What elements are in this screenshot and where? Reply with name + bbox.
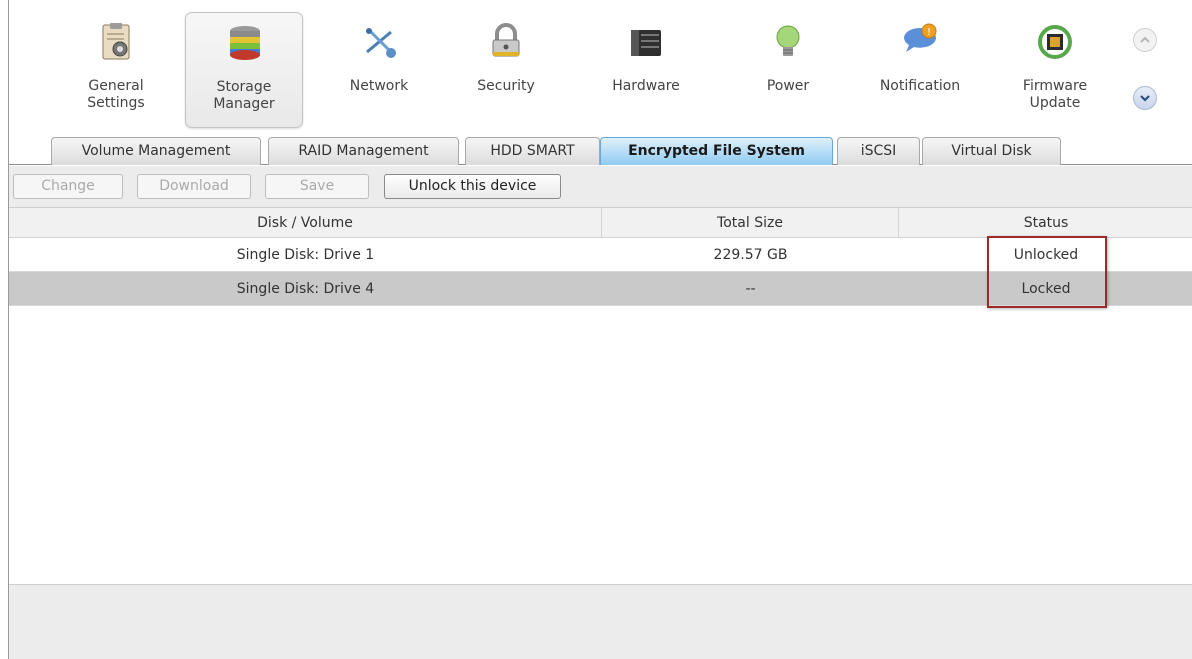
tab-hdd-smart[interactable]: HDD SMART xyxy=(465,137,600,165)
category-label: Security xyxy=(477,78,535,94)
security-icon xyxy=(492,23,520,57)
hardware-icon xyxy=(631,30,661,56)
column-header-status[interactable]: Status xyxy=(899,208,1192,237)
tab-bar: Volume Management RAID Management HDD SM… xyxy=(9,135,1192,165)
category-general-settings[interactable]: General Settings xyxy=(57,12,175,128)
category-label: Network xyxy=(349,78,409,94)
category-security[interactable]: Security xyxy=(447,12,565,128)
column-header-total-size[interactable]: Total Size xyxy=(602,208,899,237)
category-bar: General Settings Storage Manager Network xyxy=(9,0,1192,135)
chevron-down-icon xyxy=(1140,95,1150,102)
table-row-selected[interactable]: Single Disk: Drive 4 -- Locked xyxy=(9,272,1192,306)
category-network[interactable]: Network xyxy=(320,12,438,128)
category-power[interactable]: Power xyxy=(729,12,847,128)
category-label: Storage Manager xyxy=(213,79,275,112)
unlock-device-button[interactable]: Unlock this device xyxy=(384,174,561,199)
firmware-update-icon xyxy=(1038,25,1072,59)
notification-icon: ! xyxy=(904,23,937,52)
category-label: Firmware Update xyxy=(1022,78,1088,111)
table-header: Disk / Volume Total Size Status xyxy=(9,208,1192,238)
category-label: Notification xyxy=(879,78,961,94)
tab-raid-management[interactable]: RAID Management xyxy=(268,137,459,165)
footer-panel xyxy=(9,584,1192,659)
table-row[interactable]: Single Disk: Drive 1 229.57 GB Unlocked xyxy=(9,238,1192,272)
total-size-cell: -- xyxy=(745,281,756,297)
svg-text:!: ! xyxy=(927,27,931,38)
change-button[interactable]: Change xyxy=(13,174,123,199)
save-button[interactable]: Save xyxy=(265,174,369,199)
disk-volume-cell: Single Disk: Drive 1 xyxy=(236,247,375,263)
tab-virtual-disk[interactable]: Virtual Disk xyxy=(922,137,1061,165)
column-header-disk-volume[interactable]: Disk / Volume xyxy=(9,208,602,237)
status-cell: Locked xyxy=(1021,281,1071,297)
storage-manager-window: General Settings Storage Manager Network xyxy=(8,0,1192,659)
category-label: General Settings xyxy=(87,78,145,111)
category-label: Hardware xyxy=(612,78,680,94)
general-settings-icon xyxy=(102,23,130,60)
disk-volume-cell: Single Disk: Drive 4 xyxy=(236,281,375,297)
power-icon xyxy=(776,25,800,56)
status-cell: Unlocked xyxy=(1013,247,1079,263)
category-storage-manager[interactable]: Storage Manager xyxy=(185,12,303,128)
total-size-cell: 229.57 GB xyxy=(713,247,788,263)
network-icon xyxy=(366,28,396,58)
download-button[interactable]: Download xyxy=(137,174,251,199)
scroll-down-button[interactable] xyxy=(1133,86,1157,110)
storage-manager-icon xyxy=(230,26,260,60)
tab-volume-management[interactable]: Volume Management xyxy=(51,137,261,165)
chevron-up-icon xyxy=(1140,36,1150,43)
scroll-up-button[interactable] xyxy=(1133,28,1157,52)
tab-encrypted-file-system[interactable]: Encrypted File System xyxy=(600,137,833,165)
category-hardware[interactable]: Hardware xyxy=(587,12,705,128)
category-label: Power xyxy=(766,78,810,94)
category-notification[interactable]: ! Notification xyxy=(861,12,979,128)
tab-iscsi[interactable]: iSCSI xyxy=(837,137,920,165)
toolbar: Change Download Save Unlock this device xyxy=(9,166,1192,208)
category-firmware-update[interactable]: Firmware Update xyxy=(996,12,1114,128)
